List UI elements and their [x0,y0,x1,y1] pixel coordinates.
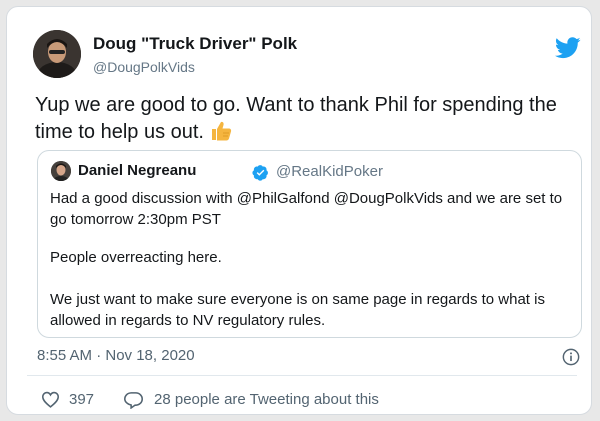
divider [27,375,577,376]
tweet-text: Yup we are good to go. Want to thank Phi… [35,94,557,143]
verified-badge-icon [252,165,268,181]
quoted-author-avatar[interactable] [51,161,71,181]
thumbs-up-icon [211,121,232,141]
tweet-card[interactable]: Doug "Truck Driver" Polk @DougPolkVids Y… [6,6,592,415]
author-handle[interactable]: @DougPolkVids [93,59,195,75]
like-count[interactable]: 397 [69,391,94,408]
quoted-tweet[interactable]: Daniel Negreanu @RealKidPoker Had a good… [37,150,582,338]
quoted-author-handle[interactable]: @RealKidPoker [276,163,383,180]
heart-icon[interactable] [41,391,60,408]
discussion-link[interactable]: 28 people are Tweeting about this [154,391,379,408]
author-name[interactable]: Doug "Truck Driver" Polk [93,34,297,54]
twitter-bird-icon[interactable] [555,37,581,59]
quoted-text-paragraph: We just want to make sure everyone is on… [50,291,545,329]
quoted-author-name[interactable]: Daniel Negreanu [78,162,196,179]
info-icon[interactable] [562,348,580,366]
author-avatar[interactable] [33,30,81,78]
quoted-text-paragraph: Had a good discussion with @PhilGalfond … [50,190,563,228]
quoted-text-paragraph: People overreacting here. [50,249,222,266]
tweet-body: Yup we are good to go. Want to thank Phi… [35,92,585,146]
tweet-timestamp[interactable]: 8:55 AM · Nov 18, 2020 [37,347,195,364]
speech-bubble-icon[interactable] [124,391,143,409]
